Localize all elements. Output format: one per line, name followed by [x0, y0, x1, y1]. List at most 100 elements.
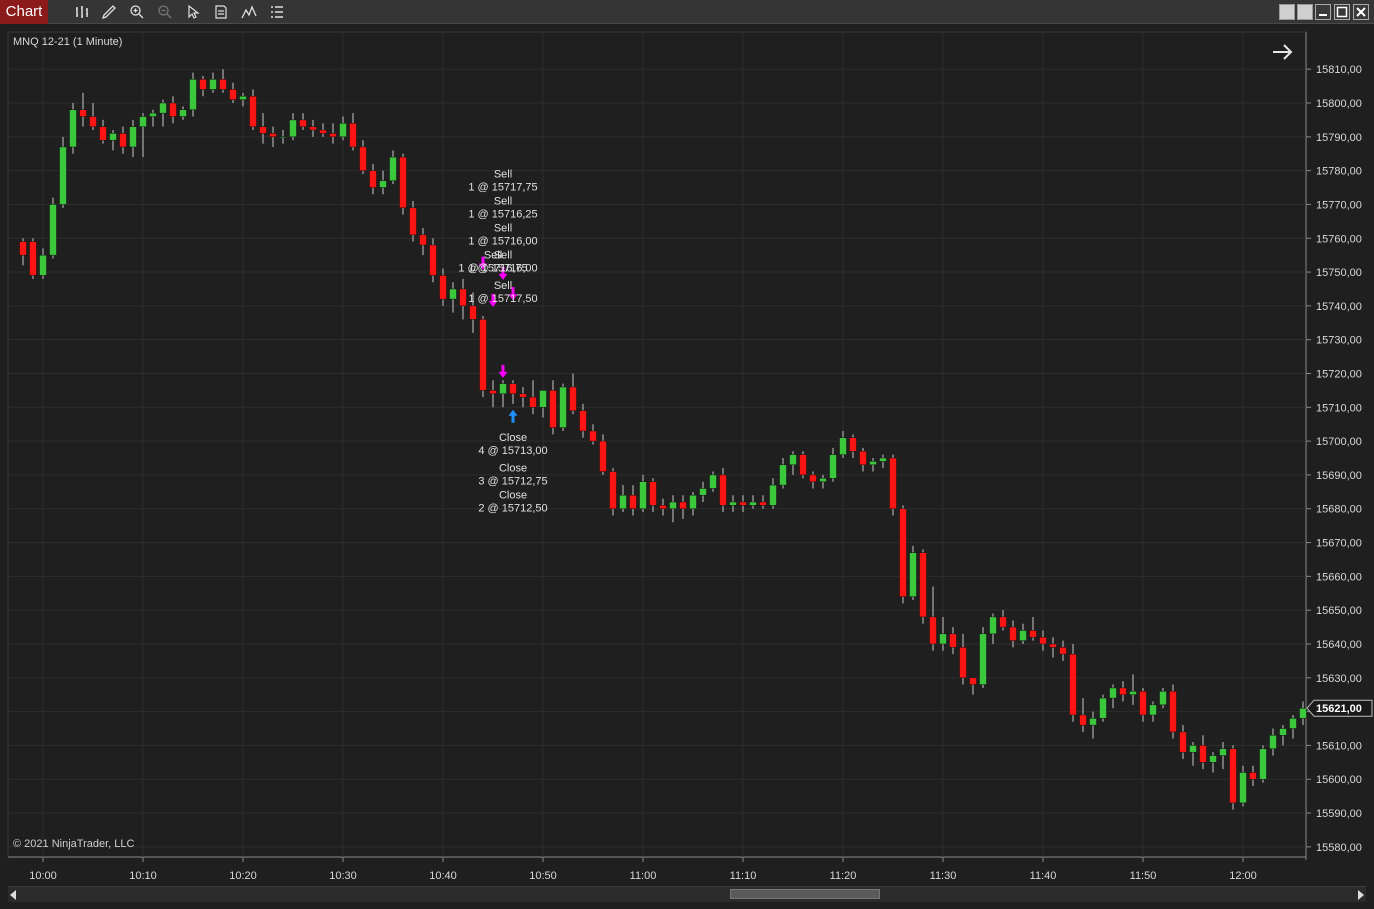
- candle-body: [589, 430, 597, 442]
- candle-body: [429, 244, 437, 276]
- candle-body: [239, 95, 247, 100]
- candle-body: [1289, 718, 1297, 729]
- candle-body: [1119, 687, 1127, 695]
- candle-body: [779, 464, 787, 486]
- price-chart[interactable]: 15810,00 15800,00 15790,00 15780,00 15770,00…: [0, 24, 1374, 886]
- properties-icon[interactable]: [211, 3, 231, 21]
- x-tick-label: 11:00: [630, 870, 657, 882]
- candle-body: [649, 481, 657, 506]
- candle-body: [639, 481, 647, 509]
- trade-label-title: Close: [499, 463, 527, 475]
- candle-body: [139, 116, 147, 127]
- candle-body: [579, 410, 587, 432]
- candle-body: [739, 501, 747, 506]
- scroll-to-latest-icon[interactable]: [1270, 40, 1296, 64]
- drawing-tool-icon[interactable]: [99, 3, 119, 21]
- scrollbar-thumb[interactable]: [730, 889, 880, 899]
- candle-body: [509, 383, 517, 395]
- maximize-button[interactable]: [1334, 4, 1350, 20]
- minimize-button[interactable]: [1315, 4, 1331, 20]
- candle-body: [559, 386, 567, 428]
- x-tick-label: 11:30: [930, 870, 957, 882]
- bar-type-icon[interactable]: [72, 3, 92, 21]
- candle-body: [1029, 630, 1037, 638]
- candle-body: [629, 494, 637, 509]
- candle-body: [929, 616, 937, 645]
- candle-body: [119, 133, 127, 148]
- y-tick-label: 15700,00: [1316, 436, 1362, 448]
- trade-label-title: Sell: [494, 195, 512, 207]
- candle-body: [569, 386, 577, 411]
- trade-label-detail: 4 @ 15713,00: [478, 445, 547, 457]
- y-tick-label: 15600,00: [1316, 774, 1362, 786]
- candle-body: [869, 461, 877, 466]
- candle-body: [339, 123, 347, 138]
- y-tick-label: 15760,00: [1316, 233, 1362, 245]
- close-button[interactable]: [1353, 4, 1369, 20]
- candle-body: [259, 126, 267, 134]
- x-tick-label: 12:00: [1229, 870, 1257, 882]
- candle-body: [1279, 728, 1287, 736]
- candle-body: [229, 89, 237, 100]
- candle-body: [769, 484, 777, 506]
- zoom-in-icon[interactable]: [127, 3, 147, 21]
- chart-area[interactable]: 15810,00 15800,00 15790,00 15780,00 15770,00…: [0, 24, 1374, 909]
- zoom-out-icon[interactable]: [155, 3, 175, 21]
- candle-body: [359, 146, 367, 171]
- candle-body: [329, 133, 337, 138]
- trade-label-detail: 1 @ 15716,00: [468, 235, 537, 247]
- candle-body: [949, 633, 957, 648]
- candle-body: [899, 508, 907, 597]
- candle-body: [1039, 636, 1047, 645]
- candle-body: [699, 488, 707, 496]
- candle-body: [609, 471, 617, 509]
- candle-body: [889, 457, 897, 509]
- candle-body: [1219, 748, 1227, 756]
- candle-body: [169, 102, 177, 117]
- candle-body: [799, 454, 807, 476]
- y-tick-label: 15750,00: [1316, 267, 1362, 279]
- y-tick-label: 15710,00: [1316, 402, 1362, 414]
- trade-label-detail: 1 @ 15717,75: [468, 181, 537, 193]
- candle-body: [1069, 653, 1077, 716]
- candle-body: [749, 501, 757, 506]
- restore-window-button[interactable]: [1297, 4, 1313, 20]
- y-tick-label: 15770,00: [1316, 199, 1362, 211]
- horizontal-scrollbar[interactable]: [8, 886, 1366, 902]
- candle-body: [759, 501, 767, 506]
- y-tick-label: 15640,00: [1316, 639, 1362, 651]
- y-tick-label: 15810,00: [1316, 64, 1362, 76]
- candle-body: [1049, 643, 1057, 648]
- candle-body: [839, 437, 847, 455]
- trade-label-title: Sell: [494, 280, 512, 292]
- candle-body: [309, 126, 317, 131]
- candle-body: [219, 79, 227, 90]
- trade-label-title: Sell: [494, 250, 512, 262]
- candle-body: [679, 501, 687, 509]
- candle-body: [19, 241, 27, 256]
- trade-label-detail: 2 @ 15712,50: [478, 503, 547, 515]
- y-tick-label: 15730,00: [1316, 335, 1362, 347]
- x-tick-label: 10:20: [229, 870, 257, 882]
- candle-body: [299, 119, 307, 127]
- maximize-icon: [1336, 6, 1348, 18]
- pointer-icon[interactable]: [183, 3, 203, 21]
- indicator-icon[interactable]: [239, 3, 259, 21]
- title-bar: Chart: [0, 0, 1374, 24]
- copyright-label: © 2021 NinjaTrader, LLC: [13, 838, 135, 850]
- candle-body: [1229, 748, 1237, 804]
- y-tick-label: 15630,00: [1316, 673, 1362, 685]
- candle-body: [849, 437, 857, 452]
- y-tick-label: 15580,00: [1316, 842, 1362, 854]
- candle-body: [409, 207, 417, 236]
- scroll-left-icon[interactable]: [10, 890, 16, 900]
- candle-body: [719, 474, 727, 506]
- tile-window-button[interactable]: [1279, 4, 1295, 20]
- strategy-list-icon[interactable]: [267, 3, 287, 21]
- scroll-right-icon[interactable]: [1358, 890, 1364, 900]
- y-tick-label: 15650,00: [1316, 605, 1362, 617]
- candle-body: [399, 156, 407, 209]
- chart-tab[interactable]: Chart: [0, 0, 48, 24]
- candle-body: [959, 647, 967, 679]
- x-tick-label: 10:30: [329, 870, 357, 882]
